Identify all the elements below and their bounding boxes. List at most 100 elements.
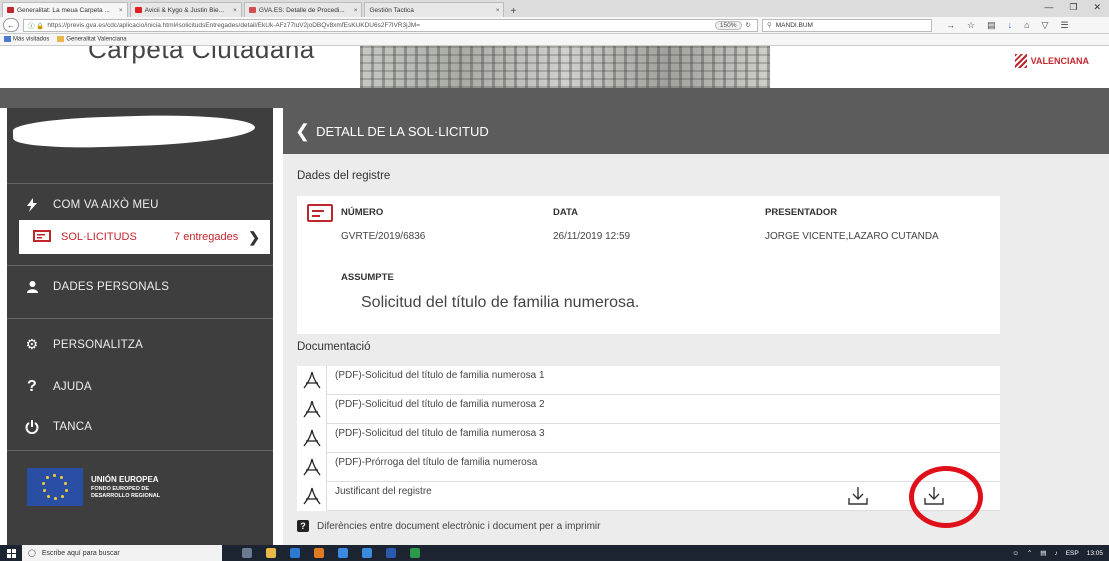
search-box[interactable]: ⚲ MANDI.BUM [762,18,932,32]
lock-icon: ⓘ 🔒 [28,23,45,30]
document-link[interactable]: (PDF)-Solicitud del título de familia nu… [335,428,545,439]
redacted-user-name [12,111,256,151]
presentador-value: JORGE VICENTE,LAZARO CUTANDA [765,231,939,242]
taskbar-search-placeholder: Escribe aquí para buscar [41,549,120,557]
document-link[interactable]: (PDF)-Prórroga del título de familia num… [335,457,537,468]
taskbar-search[interactable]: ◯ Escribe aquí para buscar [22,545,222,561]
document-row[interactable]: (PDF)-Solicitud del título de familia nu… [297,423,1000,453]
sidebar-item-personalitza[interactable]: ⚙ PERSONALITZA [7,336,273,353]
sidebar-item-dades-personals[interactable]: DADES PERSONALS [7,280,273,293]
network-icon[interactable]: ▤ [1040,549,1046,557]
edge-icon[interactable] [290,548,300,558]
clipboard-icon[interactable]: ▤ [987,20,996,31]
taskbar-apps [242,548,420,558]
tab-label: GVA.ES: Detalle de Procedi... [258,6,345,14]
excel-icon[interactable] [410,548,420,558]
folder-icon [4,36,11,43]
sidebar-item-sollicituds[interactable]: SOL·LICITUDS 7 entregades ❯ [19,220,270,254]
url-text: https://previs.gva.es/cdc/aplicacio/inic… [47,21,421,29]
toolbar-icons: → ☆ ▤ ↓ ⌂ ▽ ☰ [946,20,1069,31]
tab-label: Generalitat: La meua Carpeta ... [17,6,110,14]
differences-link-row[interactable]: ? Diferències entre document electrònic … [297,520,600,532]
document-link[interactable]: Justificant del registre [335,486,432,497]
reload-icon[interactable]: ↻ [746,21,751,29]
page-title: DETALL DE LA SOL·LICITUD [316,123,489,139]
numero-label: NÚMERO [341,207,384,218]
download-icon[interactable] [847,486,869,506]
browser-tab-gva[interactable]: GVA.ES: Detalle de Procedi... × [243,2,363,17]
app-icon[interactable] [362,548,372,558]
gear-icon: ⚙ [25,336,39,352]
people-icon[interactable]: ☺ [1012,550,1019,557]
start-button[interactable] [0,545,22,561]
document-row-justificant[interactable]: Justificant del registre [297,466,1000,528]
pocket-icon[interactable]: ▽ [1042,20,1049,31]
browser-tab-carpeta[interactable]: Generalitat: La meua Carpeta ... × [2,2,128,17]
document-row[interactable]: (PDF)-Solicitud del título de familia nu… [297,394,1000,424]
restore-icon[interactable]: ❐ [1069,2,1077,13]
tab-close-icon[interactable]: × [227,7,237,14]
tab-close-icon[interactable]: × [113,7,123,14]
tray-chevron-icon[interactable]: ⌃ [1027,549,1032,557]
new-tab-button[interactable]: + [504,6,522,17]
sidebar-item-com-va[interactable]: COM VA AIXÒ MEU [7,198,273,212]
main-panel: ❮ DETALL DE LA SOL·LICITUD Dades del reg… [283,108,1109,545]
tab-close-icon[interactable]: × [348,7,358,14]
youtube-favicon-icon [134,7,142,13]
back-button[interactable]: ← [3,18,19,32]
window-controls: — ❐ ✕ [1044,2,1101,13]
eu-line2: DESARROLLO REGIONAL [91,492,161,499]
language-indicator[interactable]: ESP [1066,550,1079,557]
sidebar-divider [7,183,273,184]
search-icon: ⚲ [767,22,772,29]
eu-title: UNIÓN EUROPEA [91,474,159,484]
sidebar: COM VA AIXÒ MEU SOL·LICITUDS 7 entregade… [7,108,273,545]
word-icon[interactable] [386,548,396,558]
file-explorer-icon[interactable] [266,548,276,558]
volume-icon[interactable]: ♪ [1054,550,1057,557]
minimize-icon[interactable]: — [1044,2,1053,13]
back-arrow-icon: ← [7,20,15,30]
bookmark-star-icon[interactable]: ☆ [967,20,975,31]
address-bar[interactable]: ⓘ 🔒 https://previs.gva.es/cdc/aplicacio/… [23,18,758,32]
delivered-count: 7 entregades [174,231,239,243]
back-chevron-icon[interactable]: ❮ [295,121,310,142]
sidebar-divider [7,318,273,319]
header-dark-bar [0,88,1109,108]
chevron-right-icon: ❯ [248,228,260,245]
home-icon[interactable]: ⌂ [1024,20,1029,31]
firefox-icon[interactable] [314,548,324,558]
tab-label: Avicii & Kygo & Justin Bie... [144,6,225,14]
browser-tab-gestion[interactable]: Gestión Tactica × [364,2,505,17]
close-window-icon[interactable]: ✕ [1093,2,1101,13]
lightning-icon [17,198,47,212]
bookmark-mas-visitados[interactable]: Más visitados [4,36,49,43]
document-link[interactable]: (PDF)-Solicitud del título de familia nu… [335,370,545,381]
tab-close-icon[interactable]: × [490,7,500,14]
differences-link[interactable]: Diferències entre document electrònic i … [317,521,600,532]
menu-icon[interactable]: ☰ [1060,20,1068,31]
forward-arrow-icon[interactable]: → [946,20,955,31]
document-row[interactable]: (PDF)-Prórroga del título de familia num… [297,452,1000,482]
registry-card: NÚMERO GVRTE/2019/6836 DATA 26/11/2019 1… [297,196,1000,334]
data-value: 26/11/2019 12:59 [553,231,631,242]
document-link[interactable]: (PDF)-Solicitud del título de familia nu… [335,399,545,410]
browser-tab-youtube[interactable]: Avicii & Kygo & Justin Bie... × [129,2,242,17]
clock[interactable]: 13:05 [1087,550,1103,557]
app-icon[interactable] [338,548,348,558]
question-icon: ? [27,378,37,395]
bookmark-generalitat[interactable]: Generalitat Valenciana [57,36,127,43]
gva-mark-icon [1014,54,1027,68]
windows-logo-icon [6,548,16,558]
assumpte-value: Solicitud del título de familia numerosa… [361,294,640,311]
download-icon[interactable]: ↓ [1008,20,1013,31]
generalitat-logo[interactable]: VALENCIANA [1014,54,1089,68]
document-row[interactable]: (PDF)-Solicitud del título de familia nu… [297,365,1000,395]
task-view-icon[interactable] [242,548,252,558]
tab-favicon-icon [248,7,256,13]
question-icon: ? [297,520,309,532]
pdf-icon [297,423,327,453]
sidebar-item-tanca[interactable]: TANCA [7,420,273,434]
zoom-indicator[interactable]: 150% [714,20,742,30]
sidebar-item-ajuda[interactable]: ? AJUDA [7,378,273,396]
